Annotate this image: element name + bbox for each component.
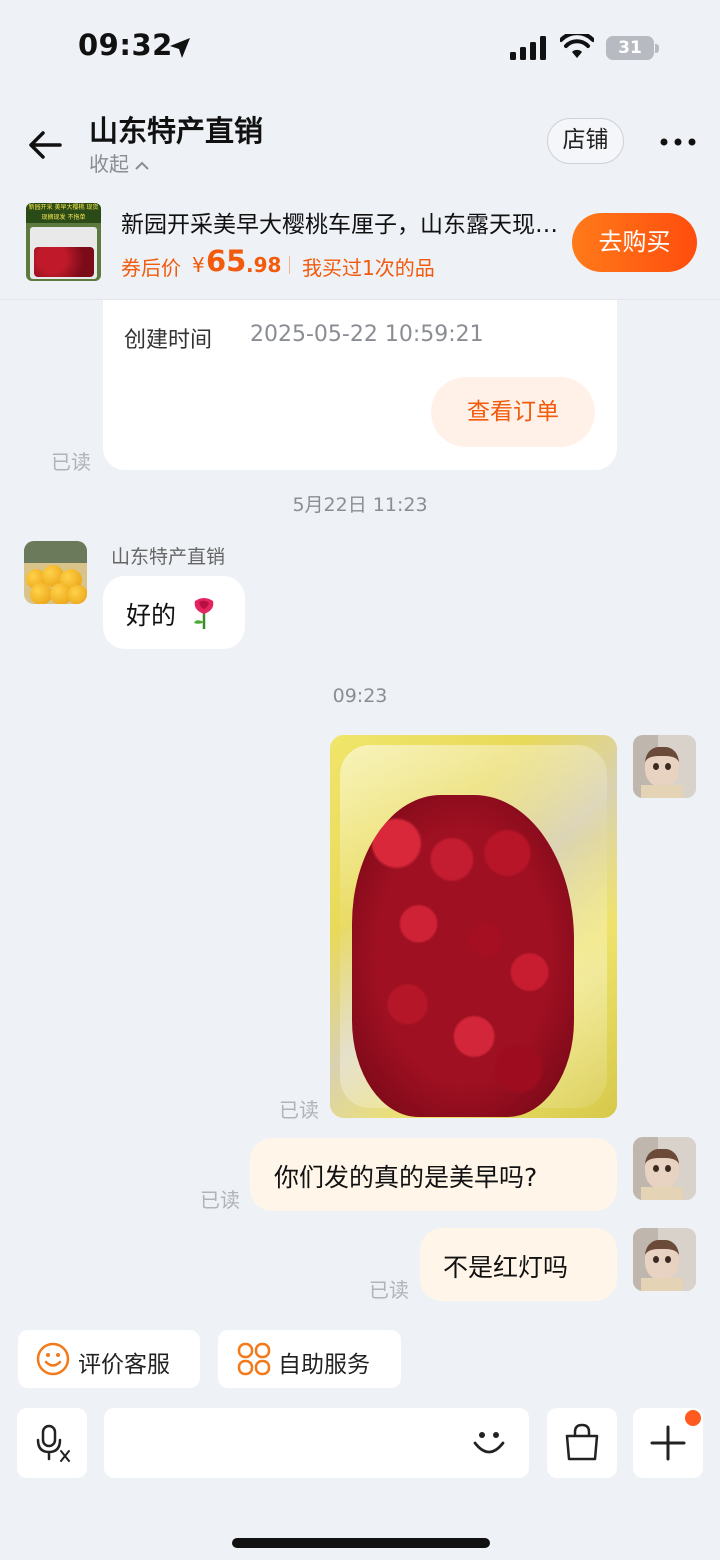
- notification-dot: [683, 1408, 703, 1428]
- incoming-message-text: 好的: [126, 601, 177, 630]
- shop-name-title: 山东特产直销: [89, 114, 264, 148]
- bought-before-tag: 我买过1次的品: [302, 256, 435, 280]
- timestamp-separator: 5月22日 11:23: [292, 494, 428, 516]
- collapse-toggle[interactable]: 收起: [89, 148, 150, 177]
- photo-cherries: [352, 795, 574, 1117]
- grid-flower-icon: [237, 1342, 271, 1376]
- thumbnail-cherries: [34, 247, 94, 277]
- status-time: 09:32: [78, 28, 173, 62]
- user-avatar[interactable]: [633, 735, 696, 798]
- price-decimal: .98: [246, 253, 282, 277]
- home-indicator[interactable]: [232, 1538, 490, 1548]
- price-currency: ¥: [192, 253, 205, 277]
- thumbnail-banner: 新园开采 美早大樱桃 现货现摘现发 不拖单: [26, 203, 101, 223]
- shop-button[interactable]: 店铺: [547, 118, 624, 164]
- read-receipt: 已读: [369, 1278, 409, 1302]
- user-avatar[interactable]: [633, 1228, 696, 1291]
- price-integer: 65: [206, 244, 247, 278]
- price-label: 券后价: [121, 256, 181, 280]
- seller-name: 山东特产直销: [111, 546, 226, 568]
- battery-indicator: 31: [606, 36, 654, 60]
- timestamp-separator: 09:23: [332, 685, 388, 707]
- location-arrow-icon: [170, 38, 190, 58]
- message-input[interactable]: [104, 1408, 529, 1478]
- shopping-bag-icon: [565, 1423, 599, 1461]
- collapse-label: 收起: [89, 152, 129, 176]
- order-created-label: 创建时间: [124, 328, 213, 353]
- wifi-icon: [560, 34, 594, 58]
- seller-avatar[interactable]: [24, 541, 87, 604]
- more-options-icon[interactable]: [660, 138, 696, 146]
- voice-translate-icon: [36, 1424, 70, 1462]
- rose-emoji-icon: [194, 598, 214, 629]
- order-created-value: 2025-05-22 10:59:21: [250, 322, 484, 347]
- buy-button[interactable]: 去购买: [572, 213, 697, 272]
- rate-service-label: 评价客服: [78, 1352, 170, 1378]
- product-title[interactable]: 新园开采美早大樱桃车厘子，山东露天现摘大樱桃: [121, 205, 571, 239]
- cellular-signal-icon: [510, 36, 546, 60]
- view-order-button[interactable]: 查看订单: [431, 377, 595, 447]
- smile-icon: [36, 1342, 70, 1376]
- read-receipt: 已读: [200, 1188, 240, 1212]
- emoji-icon[interactable]: [470, 1423, 508, 1461]
- outgoing-message-text: 你们发的真的是美早吗?: [274, 1163, 538, 1192]
- price-divider: [289, 256, 290, 274]
- read-receipt: 已读: [279, 1098, 319, 1122]
- self-service-label: 自助服务: [278, 1352, 370, 1378]
- chevron-up-icon: [135, 161, 150, 170]
- back-arrow-icon[interactable]: [26, 126, 64, 164]
- outgoing-message-text: 不是红灯吗: [443, 1253, 569, 1282]
- battery-nub: [655, 44, 659, 53]
- user-avatar[interactable]: [633, 1137, 696, 1200]
- product-thumbnail[interactable]: 新园开采 美早大樱桃 现货现摘现发 不拖单: [26, 203, 101, 281]
- plus-icon: [650, 1425, 686, 1461]
- read-receipt: 已读: [51, 450, 91, 474]
- cherry-photo-message[interactable]: [330, 735, 617, 1118]
